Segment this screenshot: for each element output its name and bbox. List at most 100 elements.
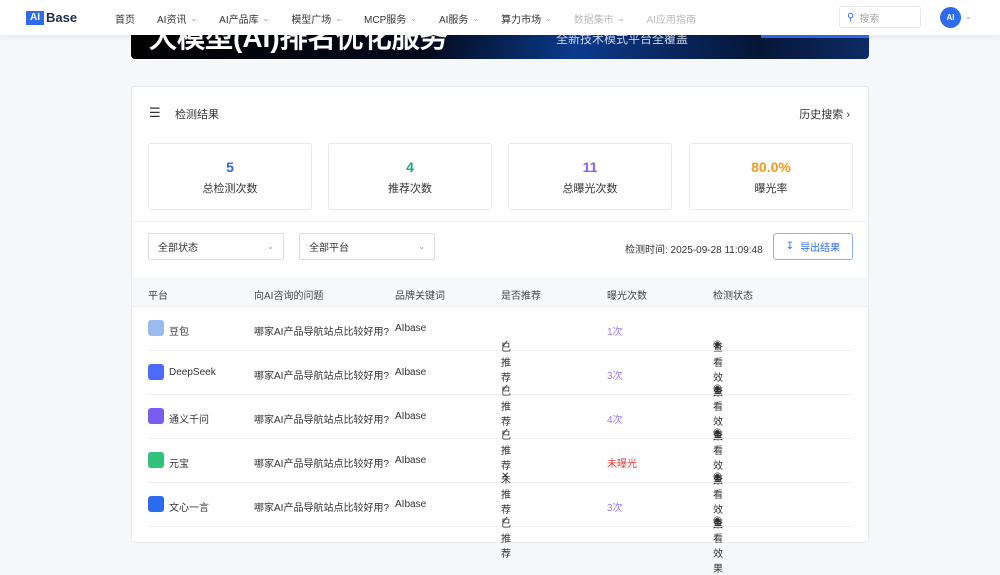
nav-item[interactable]: AI服务 ⌄: [439, 11, 479, 26]
brand-keyword: AIbase: [395, 411, 427, 422]
nav-item-label: MCP服务: [364, 15, 407, 26]
history-search-link[interactable]: 历史搜索 ›: [799, 106, 850, 122]
nav-item-label: AI产品库: [219, 15, 259, 26]
platform-name: 通义千问: [169, 415, 209, 426]
column-header: 曝光次数: [607, 291, 647, 302]
stat-box: 11 总曝光次数: [508, 143, 672, 210]
nav-item[interactable]: 算力市场 ⌄: [501, 11, 552, 26]
main-menu: 首页 AI资讯 ⌄ AI产品库 ⌄ 模型广场 ⌄ MCP服务 ⌄ AI服务 ⌄ 算力市场 ⌄ 数据集市 ⌄ A…: [115, 11, 718, 26]
nav-item[interactable]: AI应用指南: [647, 11, 696, 26]
column-header: 品牌关键词: [395, 291, 445, 302]
list-search-icon: ☰: [149, 105, 161, 120]
brand-keyword: AIbase: [395, 323, 427, 334]
platform-name: 元宝: [169, 459, 189, 470]
chevron-down-icon: ⌄: [335, 14, 343, 23]
chevron-down-icon: ⌄: [190, 14, 198, 23]
nav-item-label: AI应用指南: [646, 15, 696, 26]
stat-value: 80.0%: [751, 159, 791, 175]
export-button[interactable]: ↧ 导出结果: [773, 233, 853, 260]
nav-item[interactable]: 模型广场 ⌄: [291, 11, 342, 26]
table-header: 平台 向AI咨询的问题 品牌关键词 是否推荐 曝光次数 检测状态: [132, 277, 868, 307]
search-placeholder: 搜索: [859, 13, 880, 25]
history-label: 历史搜索: [799, 109, 844, 121]
stat-box: 80.0% 曝光率: [689, 143, 853, 210]
question: 哪家AI产品导航站点比较好用?: [254, 503, 390, 514]
nav-item[interactable]: AI产品库 ⌄: [219, 11, 269, 26]
recommend-label: 已推荐: [501, 519, 511, 560]
card-title: 检测结果: [175, 109, 219, 121]
stat-label: 推荐次数: [388, 183, 432, 195]
search-icon: ⚲: [847, 11, 855, 23]
exposure-count: 未曝光: [607, 459, 637, 470]
platform-select[interactable]: 全部平台 ⌄: [299, 233, 435, 260]
chevron-right-icon: ›: [846, 109, 850, 121]
detect-time: 检测时间: 2025-09-28 11:09:48: [625, 245, 763, 256]
table-row: 元宝 哪家AI产品导航站点比较好用? AIbase ✕ 未推荐 未曝光 ◉ 查看…: [148, 439, 853, 531]
chevron-down-icon: ⌄: [472, 14, 480, 23]
nav-item-label: 算力市场: [501, 15, 542, 26]
brand-keyword: AIbase: [395, 499, 427, 510]
logo-mark: AI: [26, 10, 44, 25]
nav-item[interactable]: AI资讯 ⌄: [157, 11, 197, 26]
column-header: 平台: [148, 291, 168, 302]
platform-logo-icon: [148, 408, 164, 424]
stat-value: 11: [582, 159, 598, 175]
nav-item-label: 首页: [115, 15, 135, 26]
platform-value: 全部平台: [309, 243, 349, 254]
platform-logo-icon: [148, 320, 164, 336]
logo-text: Base: [46, 10, 78, 25]
question: 哪家AI产品导航站点比较好用?: [254, 327, 390, 338]
exposure-count: 3次: [607, 503, 623, 514]
stat-label: 曝光率: [754, 183, 788, 195]
logo[interactable]: AI Base: [26, 10, 77, 25]
nav-item-label: 数据集市: [573, 15, 614, 26]
status-value: 全部状态: [158, 243, 198, 254]
platform-logo-icon: [148, 364, 164, 380]
column-header: 检测状态: [713, 291, 753, 302]
platform-logo-icon: [148, 496, 164, 512]
brand-keyword: AIbase: [395, 367, 427, 378]
nav-item[interactable]: 首页: [115, 11, 135, 26]
column-header: 向AI咨询的问题: [254, 291, 324, 302]
top-navbar: AI Base 首页 AI资讯 ⌄ AI产品库 ⌄ 模型广场 ⌄ MCP服务 ⌄ AI服务 ⌄ 算力市场…: [0, 0, 1000, 35]
chevron-down-icon: ⌄: [267, 242, 274, 251]
nav-item-label: 模型广场: [291, 15, 332, 26]
results-card: ☰ 检测结果 历史搜索 › 5 总检测次数 4 推荐次数 11 总曝光次数 80.0% 曝光率…: [131, 86, 869, 575]
chevron-down-icon: ⌄: [418, 242, 425, 251]
table-row: DeepSeek 哪家AI产品导航站点比较好用? AIbase ✓ 已推荐 3次…: [148, 351, 853, 443]
view-effect-label: 查看效果: [713, 519, 723, 575]
stat-label: 总检测次数: [202, 183, 258, 195]
table-row: 豆包 哪家AI产品导航站点比较好用? AIbase ✓ 已推荐 1次 ◉ 查看效…: [148, 307, 853, 399]
exposure-count: 3次: [607, 371, 623, 382]
platform-logo-icon: [148, 452, 164, 468]
divider: [132, 221, 868, 222]
chevron-down-icon: ⌄: [545, 14, 552, 23]
nav-item[interactable]: 数据集市 ⌄: [574, 11, 625, 26]
brand-keyword: AIbase: [395, 455, 427, 466]
exposure-count: 1次: [607, 327, 623, 338]
stat-label: 总曝光次数: [562, 183, 618, 195]
question: 哪家AI产品导航站点比较好用?: [254, 459, 390, 470]
stat-value: 4: [406, 159, 414, 175]
export-label: 导出结果: [800, 243, 841, 254]
chevron-down-icon: ⌄: [410, 14, 417, 23]
nav-item-label: AI资讯: [157, 15, 187, 26]
chevron-down-icon[interactable]: ⌄: [965, 12, 972, 21]
stat-box: 5 总检测次数: [148, 143, 312, 210]
nav-item[interactable]: MCP服务 ⌄: [364, 11, 417, 26]
stat-box: 4 推荐次数: [328, 143, 492, 210]
download-icon: ↧: [785, 241, 795, 252]
platform-name: DeepSeek: [169, 367, 216, 378]
status-select[interactable]: 全部状态 ⌄: [148, 233, 284, 260]
stat-value: 5: [226, 159, 234, 175]
exposure-count: 4次: [607, 415, 623, 426]
platform-name: 文心一言: [169, 503, 209, 514]
nav-item-label: AI服务: [438, 15, 469, 26]
search-input[interactable]: ⚲ 搜索: [839, 6, 921, 28]
platform-name: 豆包: [169, 327, 189, 338]
table-row: 通义千问 哪家AI产品导航站点比较好用? AIbase ✓ 已推荐 4次 ◉ 查…: [148, 395, 853, 487]
column-header: 是否推荐: [501, 291, 541, 302]
avatar[interactable]: AI: [940, 7, 961, 28]
table-row: 文心一言 哪家AI产品导航站点比较好用? AIbase ✓ 已推荐 3次 ◉ 查…: [148, 483, 853, 575]
chevron-down-icon: ⌄: [617, 14, 625, 23]
